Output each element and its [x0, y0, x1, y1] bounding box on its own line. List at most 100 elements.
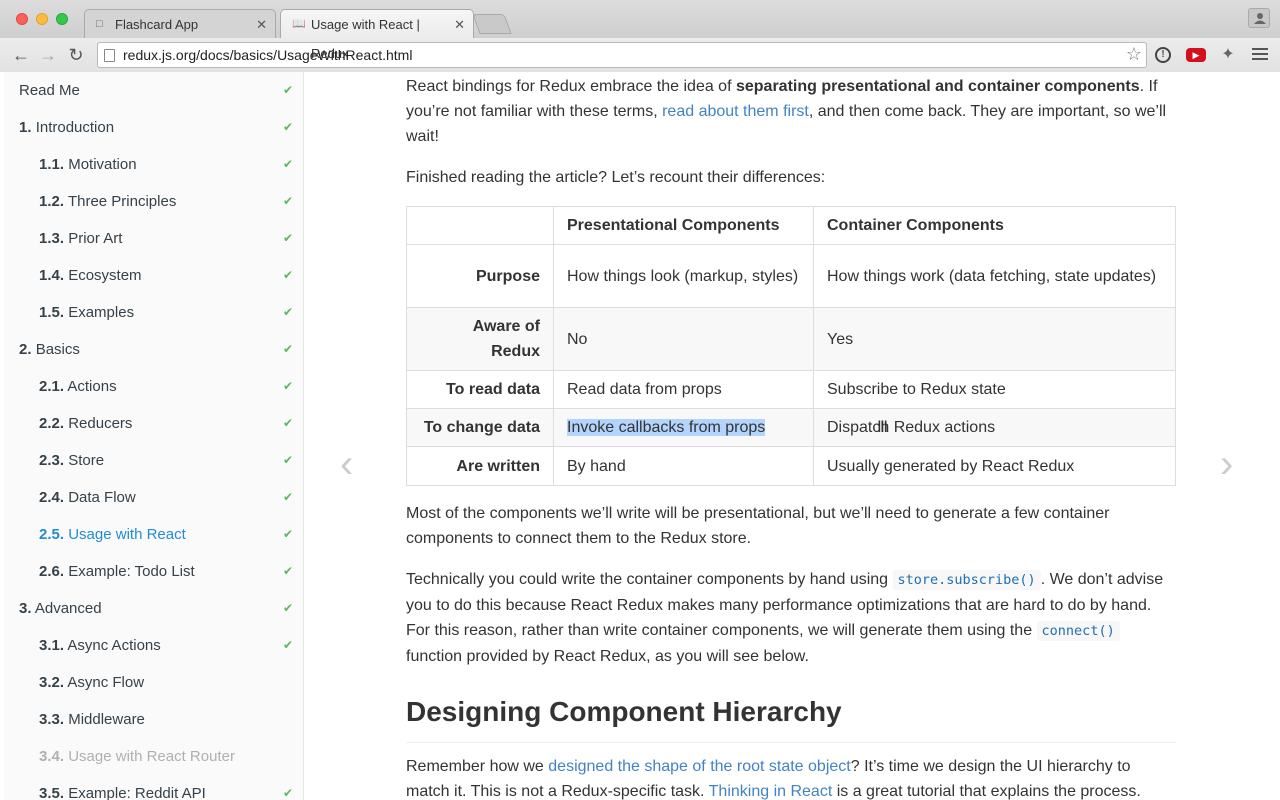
bookmark-star-icon[interactable]: ☆ — [1126, 44, 1142, 65]
page-icon — [104, 49, 115, 62]
zoom-window-button[interactable] — [56, 13, 68, 25]
profile-button[interactable] — [1248, 8, 1270, 28]
sidebar-item-label: Usage with React — [68, 526, 186, 543]
previous-page-button[interactable]: ‹ — [340, 444, 353, 484]
state-shape-link[interactable]: designed the shape of the root state obj… — [548, 758, 850, 775]
sidebar-item-ecosystem[interactable]: 1.4. Ecosystem ✔ — [4, 257, 303, 294]
check-icon: ✔ — [282, 453, 293, 467]
sidebar-item-number: 2.3. — [39, 452, 65, 469]
tab-flashcard-app[interactable]: □ Flashcard App ✕ — [84, 9, 276, 38]
check-icon: ✔ — [282, 305, 293, 319]
sidebar-item-label: Store — [68, 452, 105, 469]
text: is a great tutorial that explains the pr… — [832, 783, 1141, 800]
sidebar-item-reducers[interactable]: 2.2. Reducers ✔ — [4, 405, 303, 442]
table-row: Are written By hand Usually generated by… — [406, 446, 1176, 486]
row-label: Purpose — [406, 244, 554, 308]
close-icon[interactable]: ✕ — [454, 10, 465, 39]
extension-pin-icon[interactable]: ✦ — [1218, 46, 1238, 64]
sidebar-item-label: Ecosystem — [68, 267, 142, 284]
paragraph-presentational: Most of the components we’ll write will … — [406, 505, 1110, 547]
check-icon: ✔ — [282, 490, 293, 504]
sidebar-item-label: Usage with React Router — [68, 748, 235, 765]
check-icon: ✔ — [282, 157, 293, 171]
url-text[interactable]: redux.js.org/docs/basics/UsageWithReact.… — [123, 47, 412, 63]
sidebar-item-number: 2.5. — [39, 526, 65, 543]
sidebar-item-async-flow[interactable]: 3.2. Async Flow — [4, 664, 303, 701]
section-heading: Designing Component Hierarchy — [406, 692, 1176, 743]
sidebar-item-number: 2. — [19, 341, 32, 358]
sidebar-item-advanced[interactable]: 3. Advanced ✔ — [4, 590, 303, 627]
text: Remember how we — [406, 758, 549, 775]
check-icon: ✔ — [282, 564, 293, 578]
sidebar-item-actions[interactable]: 2.1. Actions ✔ — [4, 368, 303, 405]
back-button[interactable]: ← — [10, 44, 32, 66]
table-cell: Subscribe to Redux state — [813, 370, 1176, 409]
sidebar-item-label: Basics — [35, 341, 80, 358]
address-bar[interactable]: redux.js.org/docs/basics/UsageWithReact.… — [97, 42, 1147, 68]
sidebar-item-data-flow[interactable]: 2.4. Data Flow ✔ — [4, 479, 303, 516]
sidebar-item-usage-with-react-router[interactable]: 3.4. Usage with React Router — [4, 738, 303, 775]
next-page-button[interactable]: › — [1220, 444, 1233, 484]
minimize-window-button[interactable] — [36, 13, 48, 25]
check-icon: ✔ — [282, 416, 293, 430]
selected-text[interactable]: Invoke callbacks from props — [567, 419, 766, 436]
table-cell: Dispatch Redux actions — [813, 408, 1176, 447]
table-row: To read data Read data from props Subscr… — [406, 370, 1176, 409]
check-icon: ✔ — [282, 83, 293, 97]
menu-button[interactable] — [1252, 48, 1268, 62]
close-window-button[interactable] — [16, 13, 28, 25]
tab-usage-with-react[interactable]: 📖 Usage with React | Redux ✕ — [280, 9, 474, 61]
chevron-left-icon: ‹ — [340, 442, 354, 486]
sidebar-item-middleware[interactable]: 3.3. Middleware — [4, 701, 303, 738]
sidebar-item-usage-with-react[interactable]: 2.5. Usage with React ✔ — [4, 516, 303, 553]
table-row: Purpose How things look (markup, styles)… — [406, 244, 1176, 308]
table-row: To change data Invoke callbacks from pro… — [406, 408, 1176, 447]
tab-title: Flashcard App — [115, 17, 199, 32]
thinking-in-react-link[interactable]: Thinking in React — [709, 783, 833, 800]
sidebar-item-async-actions[interactable]: 3.1. Async Actions ✔ — [4, 627, 303, 664]
table-cell: By hand — [553, 446, 814, 486]
sidebar-item-prior-art[interactable]: 1.3. Prior Art ✔ — [4, 220, 303, 257]
check-icon: ✔ — [282, 194, 293, 208]
sidebar-item-label: Introduction — [35, 119, 115, 136]
row-label: Aware of Redux — [406, 307, 554, 371]
reload-icon: ↻ — [68, 45, 84, 65]
sidebar-item-number: 2.6. — [39, 563, 65, 580]
sidebar-item-label: Actions — [67, 378, 117, 395]
read-about-them-link[interactable]: read about them first — [662, 103, 809, 120]
paragraph-intro: React bindings for Redux embrace the ide… — [406, 74, 1176, 149]
navigation-toolbar: ← → ↻ redux.js.org/docs/basics/UsageWith… — [0, 38, 1280, 72]
arrow-left-icon: ← — [12, 45, 30, 65]
close-icon[interactable]: ✕ — [256, 10, 267, 39]
sidebar-item-store[interactable]: 2.3. Store ✔ — [4, 442, 303, 479]
user-icon — [1254, 13, 1266, 24]
forward-button[interactable]: → — [37, 44, 59, 66]
extension-youtube-icon[interactable]: ▶ — [1186, 48, 1206, 62]
check-icon: ✔ — [282, 342, 293, 356]
sidebar-item-three-principles[interactable]: 1.2. Three Principles ✔ — [4, 183, 303, 220]
sidebar-item-label: Advanced — [34, 600, 102, 617]
sidebar-item-label: Reducers — [68, 415, 133, 432]
text: React bindings for Redux embrace the ide… — [406, 78, 736, 95]
bold-text: separating presentational and container … — [735, 78, 1140, 95]
extension-info-icon[interactable]: ! — [1155, 47, 1171, 63]
sidebar-item-example-todo-list[interactable]: 2.6. Example: Todo List ✔ — [4, 553, 303, 590]
sidebar-item-motivation[interactable]: 1.1. Motivation ✔ — [4, 146, 303, 183]
sidebar-item-number: 3.3. — [39, 711, 65, 728]
sidebar-item-introduction[interactable]: 1. Introduction ✔ — [4, 109, 303, 146]
sidebar-item-examples[interactable]: 1.5. Examples ✔ — [4, 294, 303, 331]
check-icon: ✔ — [282, 638, 293, 652]
check-icon: ✔ — [282, 231, 293, 245]
check-icon: ✔ — [282, 379, 293, 393]
new-tab-button[interactable] — [472, 14, 512, 34]
reload-button[interactable]: ↻ — [65, 44, 87, 66]
sidebar-item-read-me[interactable]: Read Me ✔ — [4, 72, 303, 109]
sidebar-item-number: 1.4. — [39, 267, 65, 284]
check-icon: ✔ — [282, 601, 293, 615]
table-cell: No — [553, 307, 814, 371]
sidebar-item-basics[interactable]: 2. Basics ✔ — [4, 331, 303, 368]
tab-strip: □ Flashcard App ✕ 📖 Usage with React | R… — [0, 0, 1280, 61]
sidebar-item-example-reddit-api[interactable]: 3.5. Example: Reddit API ✔ — [4, 775, 303, 800]
text: function provided by React Redux, as you… — [406, 648, 809, 665]
sidebar-item-label: Async Flow — [67, 674, 145, 691]
